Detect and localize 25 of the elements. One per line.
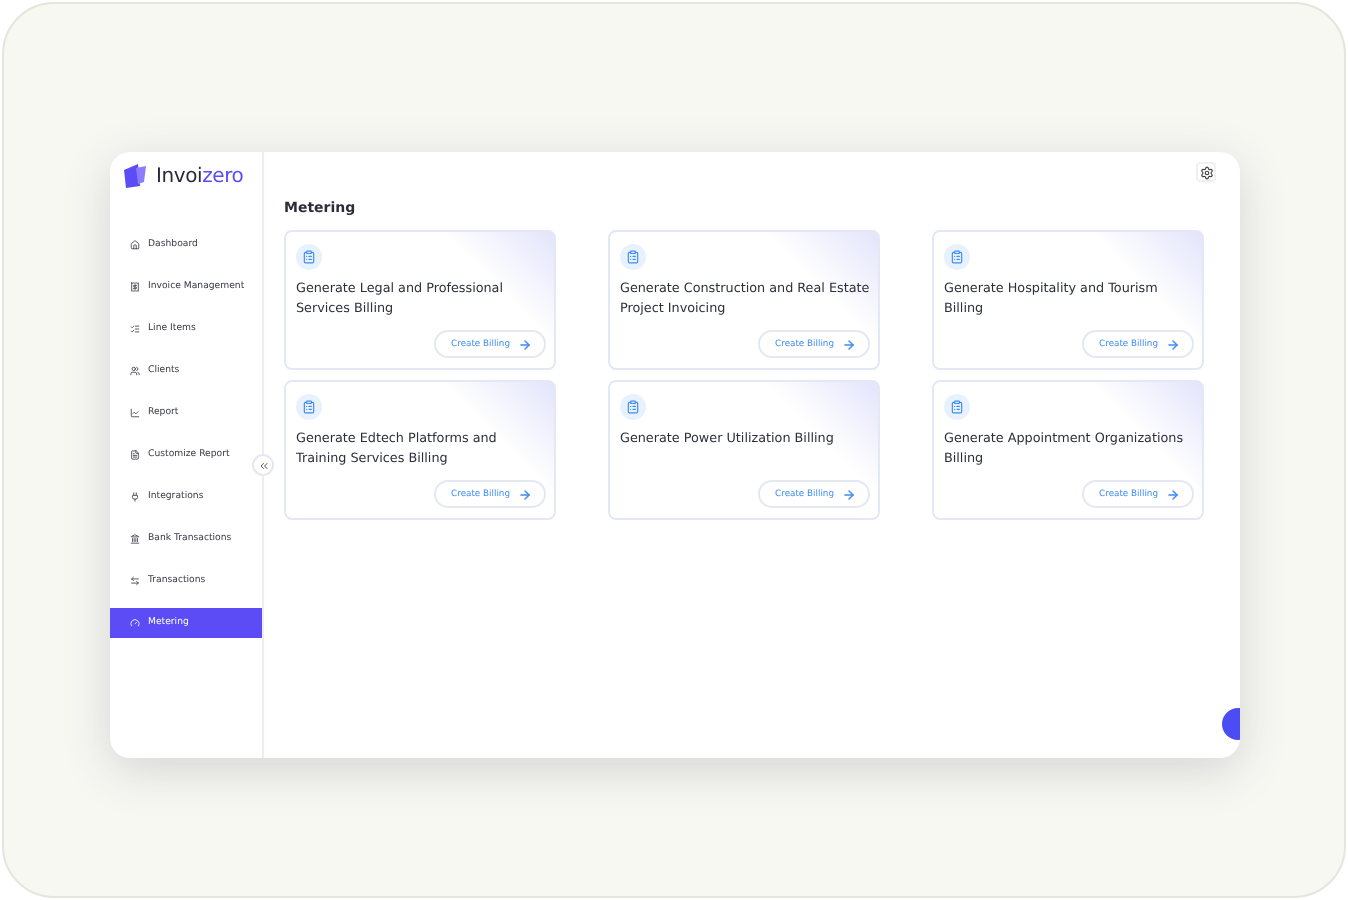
arrow-right-icon xyxy=(842,487,856,501)
arrow-right-icon xyxy=(1166,337,1180,351)
menu-icon xyxy=(130,324,140,334)
clipboard-icon xyxy=(944,244,970,270)
clipboard-icon xyxy=(620,244,646,270)
arrow-right-icon xyxy=(842,337,856,351)
clipboard-icon xyxy=(620,394,646,420)
clipboard-icon xyxy=(296,244,322,270)
logo-text: Invoizero xyxy=(156,165,244,187)
menu-icon xyxy=(130,492,140,502)
logo-icon xyxy=(120,162,148,190)
menu-icon xyxy=(130,282,140,292)
arrow-right-icon xyxy=(518,337,532,351)
menu-icon xyxy=(130,408,140,418)
settings-icon[interactable] xyxy=(1196,162,1216,182)
arrow-right-icon xyxy=(518,487,532,501)
menu-icon xyxy=(130,366,140,376)
menu-icon xyxy=(130,450,140,460)
clipboard-icon xyxy=(296,394,322,420)
arrow-right-icon xyxy=(1166,487,1180,501)
menu-icon xyxy=(130,618,140,628)
menu-icon xyxy=(130,576,140,586)
clipboard-icon xyxy=(944,394,970,420)
menu-icon xyxy=(130,534,140,544)
menu-icon xyxy=(130,240,140,250)
